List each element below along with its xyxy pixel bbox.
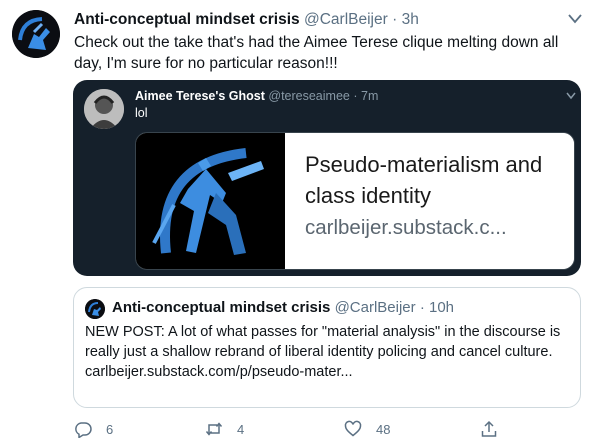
- share-button[interactable]: [480, 418, 498, 440]
- link-card-thumbnail: [136, 133, 285, 269]
- reply-button[interactable]: 6: [74, 418, 113, 440]
- chevron-down-icon: [566, 92, 576, 100]
- retweet-button[interactable]: 4: [205, 418, 244, 440]
- link-card-url: carlbeijer.substack.c...: [305, 216, 507, 239]
- quoted-header: Anti-conceptual mindset crisis @CarlBeij…: [112, 298, 454, 318]
- quoted-link[interactable]: carlbeijer.substack.com/p/pseudo-mater..…: [85, 364, 353, 380]
- retweet-icon: [205, 422, 223, 436]
- quoted-author-name: Anti-conceptual mindset crisis: [112, 299, 331, 316]
- quoted-body: NEW POST: A lot of what passes for "mate…: [85, 324, 561, 360]
- ghost-avatar: [84, 89, 124, 129]
- quoted-text: NEW POST: A lot of what passes for "mate…: [85, 322, 573, 382]
- author-avatar[interactable]: [12, 10, 60, 58]
- reply-icon: [75, 422, 92, 438]
- like-button[interactable]: 48: [344, 418, 390, 440]
- separator: ·: [392, 11, 398, 28]
- reply-count: 6: [106, 421, 114, 437]
- share-icon: [481, 420, 497, 437]
- link-card-body: Pseudo-materialism and class identity ca…: [285, 133, 574, 269]
- embedded-screenshot[interactable]: Aimee Terese's Ghost @tereseaimee · 7m l…: [73, 80, 581, 276]
- embedded-time: 7m: [361, 89, 379, 103]
- tweet-text: Check out the take that's had the Aimee …: [74, 34, 559, 72]
- embedded-text: lol: [135, 106, 148, 120]
- embedded-author-handle: @tereseaimee: [268, 89, 350, 103]
- like-count: 48: [376, 421, 391, 437]
- author-name[interactable]: Anti-conceptual mindset crisis: [74, 11, 300, 28]
- quoted-author-handle: @CarlBeijer: [334, 299, 416, 316]
- embedded-header: Aimee Terese's Ghost @tereseaimee · 7m: [135, 88, 378, 104]
- quoted-time: 10h: [429, 299, 455, 316]
- chevron-down-icon[interactable]: [566, 12, 584, 26]
- link-card-title: Pseudo-materialism and class identity: [305, 152, 543, 208]
- quoted-author-avatar: [85, 299, 105, 319]
- retweet-count: 4: [237, 421, 245, 437]
- like-icon: [344, 420, 362, 437]
- embedded-author-name: Aimee Terese's Ghost: [135, 89, 265, 103]
- link-card: Pseudo-materialism and class identity ca…: [135, 132, 575, 270]
- tweet[interactable]: Anti-conceptual mindset crisis @CarlBeij…: [0, 0, 597, 448]
- author-handle[interactable]: @CarlBeijer: [304, 11, 388, 28]
- separator: ·: [353, 89, 358, 103]
- tweet-header: Anti-conceptual mindset crisis @CarlBeij…: [74, 10, 554, 30]
- separator: ·: [419, 299, 425, 316]
- tweet-time[interactable]: 3h: [402, 11, 419, 28]
- quoted-tweet[interactable]: Anti-conceptual mindset crisis @CarlBeij…: [73, 287, 581, 408]
- action-bar: 6 4 48: [74, 418, 579, 444]
